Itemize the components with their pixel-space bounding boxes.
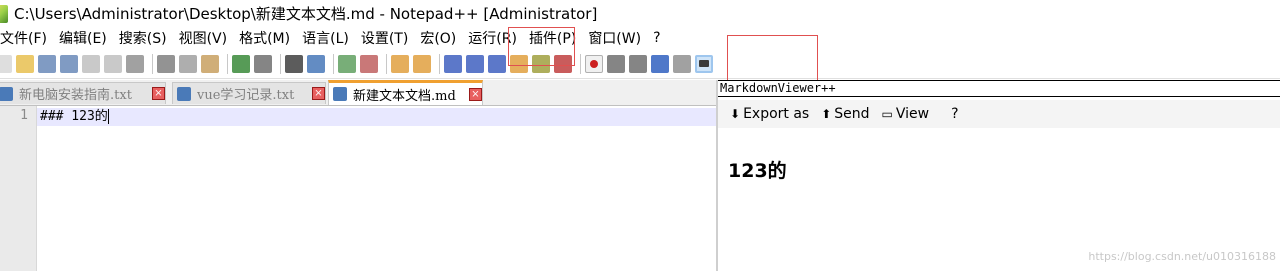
open-file-icon[interactable]: [16, 55, 34, 73]
run-macro-multiple-icon[interactable]: [651, 55, 669, 73]
markdown-viewer-toolbar: ⬇ Export as ⬆ Send ▭ View ?: [718, 100, 1280, 128]
watermark: https://blog.csdn.net/u010316188: [1088, 250, 1276, 263]
toolbar-separator: [580, 54, 581, 74]
redo-icon[interactable]: [254, 55, 272, 73]
play-macro-icon[interactable]: [629, 55, 647, 73]
tab-1[interactable]: vue学习记录.txt ×: [172, 82, 326, 104]
menu-item[interactable]: 设置(T): [355, 28, 414, 48]
menu-bar: 文件(F) 编辑(E) 搜索(S) 视图(V) 格式(M) 语言(L) 设置(T) 宏(O) 运…: [0, 27, 1280, 49]
view-button[interactable]: ▭ View: [882, 106, 930, 122]
menu-item[interactable]: 格式(M): [233, 28, 296, 48]
markdown-viewer-title: MarkdownViewer++: [718, 80, 1280, 97]
save-file-icon: [177, 86, 191, 101]
download-icon: ⬇: [730, 107, 741, 121]
save-all-icon[interactable]: [60, 55, 78, 73]
rendered-heading: 123的: [728, 160, 787, 182]
menu-item[interactable]: 宏(O): [414, 28, 462, 48]
new-file-icon[interactable]: [0, 55, 12, 73]
editor-pane[interactable]: 1 ### 123的: [0, 106, 716, 271]
folder-workspace-icon[interactable]: [554, 55, 572, 73]
tab-close-icon[interactable]: ×: [312, 87, 325, 100]
tab-bar: 新电脑安装指南.txt × vue学习记录.txt × 新建文本文档.md ×: [0, 80, 716, 106]
save-file-icon: [333, 87, 347, 101]
menu-item[interactable]: 插件(P): [523, 28, 582, 48]
toolbar-separator: [152, 54, 153, 74]
copy-icon[interactable]: [179, 55, 197, 73]
tab-label: 新建文本文档.md: [353, 88, 456, 104]
send-button[interactable]: ⬆ Send: [821, 106, 869, 122]
markdown-preview: 123的 https://blog.csdn.net/u010316188: [718, 128, 1280, 271]
editor-line[interactable]: ### 123的: [40, 108, 109, 126]
undo-icon[interactable]: [232, 55, 250, 73]
menu-item[interactable]: 语言(L): [296, 28, 355, 48]
menu-item[interactable]: 窗口(W): [582, 28, 647, 48]
document-map-icon[interactable]: [532, 55, 550, 73]
menu-item[interactable]: ?: [647, 30, 666, 46]
tab-2[interactable]: 新建文本文档.md ×: [328, 80, 483, 105]
toolbar-separator: [280, 54, 281, 74]
markdown-glyph: [699, 60, 709, 67]
line-number: 1: [20, 108, 28, 123]
tab-close-icon[interactable]: ×: [152, 87, 165, 100]
export-as-button[interactable]: ⬇ Export as: [730, 106, 809, 122]
tab-label: 新电脑安装指南.txt: [19, 88, 132, 103]
indent-guide-icon[interactable]: [488, 55, 506, 73]
zoom-out-icon[interactable]: [360, 55, 378, 73]
paste-icon[interactable]: [201, 55, 219, 73]
menu-item[interactable]: 文件(F): [0, 28, 53, 48]
tab-label: vue学习记录.txt: [197, 88, 295, 103]
word-wrap-icon[interactable]: [444, 55, 462, 73]
window-title: C:\Users\Administrator\Desktop\新建文本文档.md…: [14, 5, 598, 23]
toolbar-separator: [227, 54, 228, 74]
view-label: View: [895, 106, 930, 122]
show-all-chars-icon[interactable]: [466, 55, 484, 73]
toolbar-separator: [386, 54, 387, 74]
save-icon[interactable]: [38, 55, 56, 73]
menu-item[interactable]: 搜索(S): [113, 28, 173, 48]
monitor-icon: ▭: [881, 107, 893, 121]
print-icon[interactable]: [126, 55, 144, 73]
current-line-highlight: [37, 108, 716, 126]
replace-icon[interactable]: [307, 55, 325, 73]
stop-macro-icon[interactable]: [607, 55, 625, 73]
cut-icon[interactable]: [157, 55, 175, 73]
close-all-icon[interactable]: [104, 55, 122, 73]
save-file-icon: [0, 86, 13, 101]
menu-item[interactable]: 运行(R): [462, 28, 523, 48]
line-number-gutter: 1: [0, 106, 37, 271]
editor-line-text: ### 123的: [40, 109, 108, 124]
zoom-in-icon[interactable]: [338, 55, 356, 73]
help-button[interactable]: ?: [951, 106, 958, 122]
toolbar: [0, 50, 1280, 79]
export-as-label: Export as: [743, 106, 810, 122]
tab-0[interactable]: 新电脑安装指南.txt ×: [0, 82, 166, 104]
toolbar-separator: [439, 54, 440, 74]
sync-horizontal-icon[interactable]: [413, 55, 431, 73]
sync-vertical-icon[interactable]: [391, 55, 409, 73]
markdown-viewer-icon[interactable]: [695, 55, 713, 73]
title-bar: C:\Users\Administrator\Desktop\新建文本文档.md…: [0, 0, 1280, 27]
send-label: Send: [834, 106, 870, 122]
menu-item[interactable]: 编辑(E): [53, 28, 113, 48]
close-icon[interactable]: [82, 55, 100, 73]
notepad-plus-plus-icon: [0, 4, 8, 23]
record-macro-icon[interactable]: [585, 55, 603, 73]
help-label: ?: [951, 106, 959, 122]
tab-close-icon[interactable]: ×: [469, 87, 482, 101]
find-icon[interactable]: [285, 55, 303, 73]
save-macro-icon[interactable]: [673, 55, 691, 73]
text-caret: [107, 109, 109, 124]
toolbar-separator: [333, 54, 334, 74]
function-list-icon[interactable]: [510, 55, 528, 73]
menu-item[interactable]: 视图(V): [173, 28, 234, 48]
record-dot: [590, 60, 598, 68]
upload-icon: ⬆: [821, 107, 832, 121]
